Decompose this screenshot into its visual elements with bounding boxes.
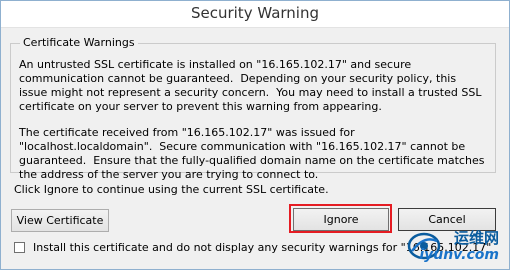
- watermark-text-top: 运维网: [453, 229, 499, 247]
- group-legend: Certificate Warnings: [20, 36, 138, 50]
- view-certificate-button[interactable]: View Certificate: [11, 209, 109, 232]
- watermark-text-bottom: iyunv.com: [419, 247, 499, 263]
- ignore-button[interactable]: Ignore: [293, 208, 389, 231]
- security-warning-dialog: Security Warning Certificate Warnings An…: [0, 0, 510, 270]
- continue-prompt: Click Ignore to continue using the curre…: [14, 183, 329, 196]
- site-watermark: 运维网 iyunv.com: [405, 225, 505, 267]
- dialog-title: Security Warning: [1, 1, 509, 28]
- install-certificate-checkbox[interactable]: [14, 242, 25, 253]
- certificate-warnings-group: Certificate Warnings An untrusted SSL ce…: [10, 36, 496, 181]
- warning-paragraph-untrusted: An untrusted SSL certificate is installe…: [19, 58, 485, 113]
- warning-paragraph-mismatch: The certificate received from "16.165.10…: [19, 126, 488, 181]
